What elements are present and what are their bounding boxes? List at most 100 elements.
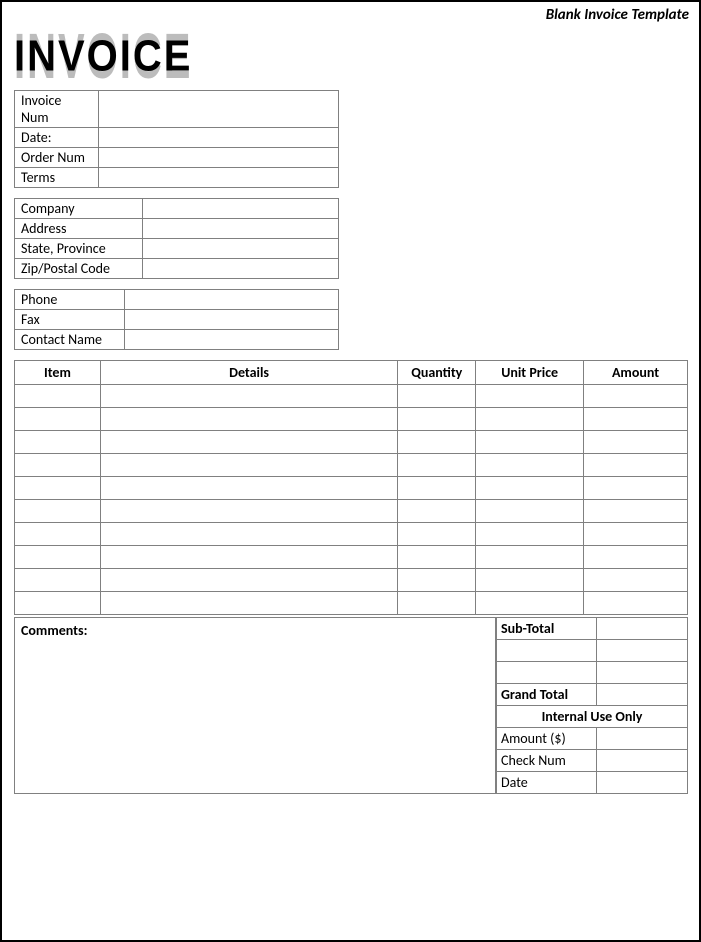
label-fax: Fax — [15, 310, 125, 330]
field-amount[interactable] — [596, 728, 687, 750]
field-extra2[interactable] — [596, 662, 687, 684]
cell-details[interactable] — [100, 477, 397, 500]
cell-quantity[interactable] — [398, 408, 476, 431]
cell-details[interactable] — [100, 385, 397, 408]
field-phone[interactable] — [125, 290, 339, 310]
cell-item[interactable] — [15, 408, 101, 431]
cell-unit_price[interactable] — [476, 431, 584, 454]
field-subtotal[interactable] — [596, 618, 687, 640]
cell-quantity[interactable] — [398, 546, 476, 569]
col-item: Item — [15, 361, 101, 385]
cell-item[interactable] — [15, 454, 101, 477]
cell-unit_price[interactable] — [476, 546, 584, 569]
invoice-meta-block: Invoice Num Date: Order Num Terms — [14, 90, 339, 188]
cell-item[interactable] — [15, 592, 101, 615]
table-row — [15, 431, 688, 454]
table-row — [15, 546, 688, 569]
field-order-num[interactable] — [99, 148, 339, 168]
cell-quantity[interactable] — [398, 500, 476, 523]
field-contact-name[interactable] — [125, 330, 339, 350]
field-zip[interactable] — [143, 259, 339, 279]
label-internal-date: Date — [497, 772, 597, 794]
cell-details[interactable] — [100, 431, 397, 454]
cell-item[interactable] — [15, 477, 101, 500]
field-grand-total[interactable] — [596, 684, 687, 706]
cell-unit_price[interactable] — [476, 569, 584, 592]
label-invoice-num: Invoice Num — [15, 91, 99, 128]
cell-unit_price[interactable] — [476, 592, 584, 615]
table-row — [15, 523, 688, 546]
col-quantity: Quantity — [398, 361, 476, 385]
cell-details[interactable] — [100, 454, 397, 477]
table-row — [15, 408, 688, 431]
cell-item[interactable] — [15, 500, 101, 523]
label-state: State, Province — [15, 239, 143, 259]
field-address[interactable] — [143, 219, 339, 239]
cell-amount[interactable] — [584, 454, 688, 477]
cell-item[interactable] — [15, 431, 101, 454]
cell-amount[interactable] — [584, 408, 688, 431]
label-contact-name: Contact Name — [15, 330, 125, 350]
field-terms[interactable] — [99, 168, 339, 188]
cell-item[interactable] — [15, 523, 101, 546]
cell-unit_price[interactable] — [476, 408, 584, 431]
template-label: Blank Invoice Template — [546, 6, 689, 24]
label-order-num: Order Num — [15, 148, 99, 168]
cell-details[interactable] — [100, 592, 397, 615]
field-company[interactable] — [143, 199, 339, 219]
field-fax[interactable] — [125, 310, 339, 330]
cell-unit_price[interactable] — [476, 477, 584, 500]
cell-amount[interactable] — [584, 569, 688, 592]
totals-column: Sub-Total Grand Total Internal Use Only … — [496, 617, 688, 794]
cell-item[interactable] — [15, 546, 101, 569]
cell-details[interactable] — [100, 569, 397, 592]
cell-unit_price[interactable] — [476, 523, 584, 546]
cell-quantity[interactable] — [398, 592, 476, 615]
col-unit-price: Unit Price — [476, 361, 584, 385]
contact-block: Phone Fax Contact Name — [14, 289, 339, 350]
field-invoice-num[interactable] — [99, 91, 339, 128]
invoice-logo: INVOICE INVOICE — [14, 30, 687, 78]
cell-details[interactable] — [100, 523, 397, 546]
cell-amount[interactable] — [584, 500, 688, 523]
cell-quantity[interactable] — [398, 454, 476, 477]
label-zip: Zip/Postal Code — [15, 259, 143, 279]
cell-quantity[interactable] — [398, 477, 476, 500]
label-extra2[interactable] — [497, 662, 597, 684]
comments-label: Comments: — [21, 622, 87, 639]
cell-item[interactable] — [15, 385, 101, 408]
field-check-num[interactable] — [596, 750, 687, 772]
label-terms: Terms — [15, 168, 99, 188]
label-amount: Amount ($) — [497, 728, 597, 750]
cell-quantity[interactable] — [398, 385, 476, 408]
cell-details[interactable] — [100, 500, 397, 523]
field-internal-date[interactable] — [596, 772, 687, 794]
table-row — [15, 385, 688, 408]
table-row — [15, 592, 688, 615]
cell-details[interactable] — [100, 408, 397, 431]
cell-item[interactable] — [15, 569, 101, 592]
comments-box[interactable]: Comments: — [14, 617, 496, 794]
cell-amount[interactable] — [584, 431, 688, 454]
label-phone: Phone — [15, 290, 125, 310]
field-extra1[interactable] — [596, 640, 687, 662]
cell-unit_price[interactable] — [476, 385, 584, 408]
field-date[interactable] — [99, 128, 339, 148]
col-details: Details — [100, 361, 397, 385]
invoice-page: Blank Invoice Template INVOICE INVOICE I… — [0, 0, 701, 942]
cell-quantity[interactable] — [398, 431, 476, 454]
cell-amount[interactable] — [584, 477, 688, 500]
cell-amount[interactable] — [584, 523, 688, 546]
table-row — [15, 569, 688, 592]
field-state[interactable] — [143, 239, 339, 259]
cell-quantity[interactable] — [398, 523, 476, 546]
cell-unit_price[interactable] — [476, 454, 584, 477]
label-extra1[interactable] — [497, 640, 597, 662]
bottom-section: Comments: Sub-Total Grand Total Internal… — [14, 617, 688, 794]
cell-amount[interactable] — [584, 592, 688, 615]
cell-quantity[interactable] — [398, 569, 476, 592]
cell-amount[interactable] — [584, 385, 688, 408]
cell-details[interactable] — [100, 546, 397, 569]
cell-amount[interactable] — [584, 546, 688, 569]
cell-unit_price[interactable] — [476, 500, 584, 523]
